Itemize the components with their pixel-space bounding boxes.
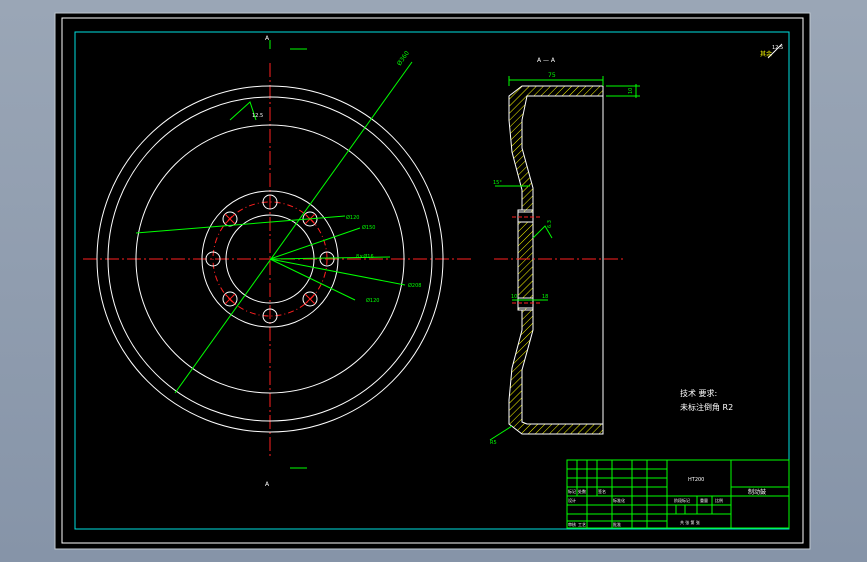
title-label-approve: 批准	[613, 521, 621, 527]
corner-roughness-text: 其余	[760, 50, 772, 58]
title-label-mark: 标记	[568, 488, 576, 494]
corner-roughness-value: 12.5	[772, 45, 783, 51]
section-top-label: 10	[628, 88, 634, 94]
title-part-name: 制动鼓	[748, 488, 766, 496]
dim-label-d2: Ø150	[362, 224, 375, 231]
title-label-weight: 重量	[700, 497, 708, 503]
section-width-label: 75	[548, 72, 556, 79]
tech-requirements-line1: 未标注倒角 R2	[680, 402, 733, 412]
section-angle-label: 15°	[493, 180, 502, 186]
title-material: HT200	[688, 477, 704, 483]
title-label-stage: 阶段标记	[674, 497, 690, 503]
title-label-process: 工艺	[578, 522, 586, 527]
dim-label-pcd: 8×Ø16	[356, 253, 374, 260]
tech-requirements-title: 技术 要求:	[680, 388, 717, 398]
cad-drawing-canvas: Ø360 Ø120 Ø150 8×Ø16 Ø208 Ø120 A A 12.5 …	[54, 12, 811, 550]
dim-label-d1: Ø120	[346, 214, 359, 221]
title-label-review: 审核	[568, 521, 576, 527]
section-small-left-label: 10	[511, 294, 517, 300]
section-bottom-label: R5	[490, 440, 497, 446]
dim-label-d4: Ø120	[366, 297, 379, 304]
drawing-sheet	[54, 12, 811, 550]
front-roughness-label: 12.5	[252, 113, 263, 119]
title-label-ratio: 比例	[715, 497, 723, 503]
hub-section	[517, 209, 534, 311]
section-roughness-label: 6.3	[547, 220, 553, 228]
title-label-sign: 签名	[598, 488, 606, 494]
title-label-standard: 标准化	[613, 497, 625, 503]
title-label-design: 设计	[568, 497, 576, 503]
title-label-count: 处数	[578, 488, 586, 494]
section-title: A — A	[537, 57, 556, 64]
section-small-right-label: 18	[542, 294, 548, 300]
title-label-sheet: 共 张 第 张	[680, 519, 700, 525]
dim-label-d3: Ø208	[408, 282, 421, 289]
